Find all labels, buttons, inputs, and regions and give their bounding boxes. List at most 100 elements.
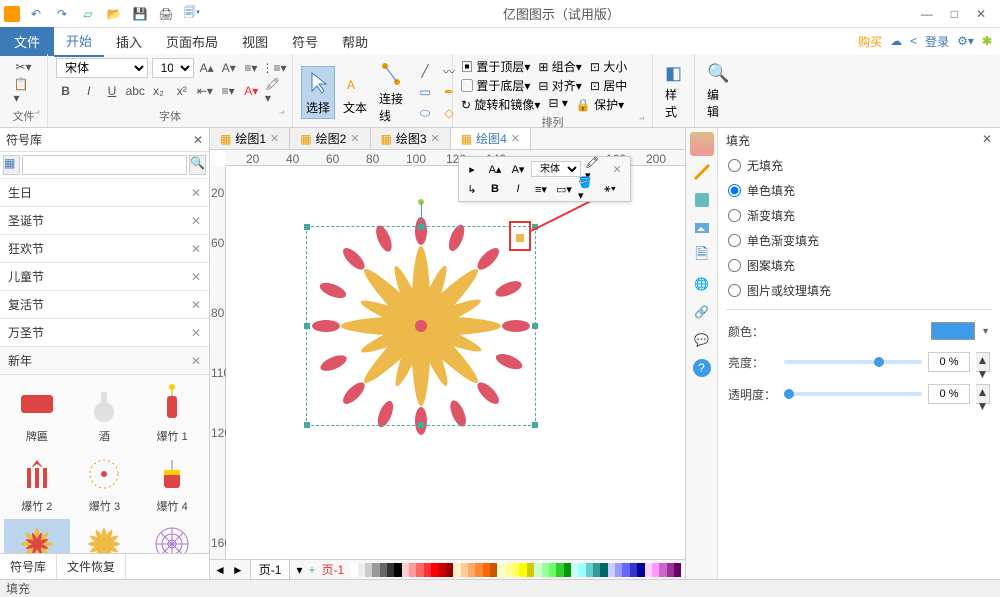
shape-firecracker2[interactable]: 爆竹 2: [4, 449, 70, 517]
opacity-input[interactable]: [928, 384, 970, 404]
color-swatch[interactable]: [931, 322, 975, 340]
rp-text-icon[interactable]: 🗎: [690, 244, 714, 268]
bullets-icon[interactable]: ⋮≡▾: [264, 59, 284, 77]
bring-front[interactable]: ▣ 置于顶层▾: [461, 58, 530, 75]
doc-tab-4[interactable]: ▦绘图4✕: [451, 128, 531, 149]
sup-button[interactable]: x²: [172, 82, 191, 100]
highlight-icon[interactable]: 🖍▾: [265, 82, 284, 100]
paste-icon[interactable]: 📋▾: [14, 82, 34, 100]
cloud-icon[interactable]: ☁: [890, 34, 902, 48]
sub-button[interactable]: x₂: [149, 82, 168, 100]
doc-tab-1[interactable]: ▦绘图1✕: [210, 128, 290, 149]
line-spacing-icon[interactable]: ≡▾: [242, 59, 260, 77]
cat-easter[interactable]: 复活节✕: [0, 291, 209, 319]
ellipse-tool[interactable]: ⬭: [415, 104, 435, 122]
ft-italic[interactable]: I: [508, 180, 528, 198]
connector-tool[interactable]: 连接线: [375, 58, 407, 126]
menu-help[interactable]: 帮助: [330, 27, 380, 56]
ft-fill[interactable]: 🪣▾: [577, 180, 597, 198]
opacity-spinner[interactable]: ▲▼: [976, 384, 990, 404]
rp-hyperlink-icon[interactable]: 🔗: [690, 300, 714, 324]
style-button[interactable]: ◧样式: [661, 61, 686, 122]
minimize-button[interactable]: —: [921, 7, 933, 21]
page-dropdown[interactable]: ▾: [296, 563, 302, 577]
ft-shrink[interactable]: A▾: [508, 160, 528, 178]
shape-firecracker1[interactable]: 爆竹 1: [139, 379, 205, 447]
tab-symbols[interactable]: 符号库: [0, 554, 57, 579]
search-icon[interactable]: 🔍: [189, 155, 206, 175]
open-icon[interactable]: 📂: [104, 5, 124, 23]
ft-connector[interactable]: ↳: [462, 180, 482, 198]
menu-file[interactable]: 文件: [0, 27, 54, 56]
brightness-slider[interactable]: [784, 360, 922, 364]
tab-recovery[interactable]: 文件恢复: [57, 554, 126, 579]
menu-view[interactable]: 视图: [230, 27, 280, 56]
page-tab-1[interactable]: 页-1: [250, 559, 291, 580]
close-button[interactable]: ✕: [976, 7, 986, 21]
ft-pointer[interactable]: ▸: [462, 160, 482, 178]
undo-icon[interactable]: ↶: [26, 5, 46, 23]
shrink-font-icon[interactable]: A▾: [220, 59, 238, 77]
rp-line-icon[interactable]: [690, 160, 714, 184]
shape-firework1[interactable]: 烟花 1: [4, 519, 70, 553]
send-back[interactable]: ▢ 置于底层▾: [461, 77, 530, 94]
font-size-combo[interactable]: 10: [152, 58, 194, 78]
radio-mono-gradient[interactable]: [728, 234, 741, 247]
login-link[interactable]: 登录: [925, 33, 949, 50]
print-icon[interactable]: 🖨: [156, 5, 176, 23]
group-button[interactable]: ⊞ 组合▾: [538, 58, 581, 75]
drawing-canvas[interactable]: ▸ A▴ A▾ 宋体 🖍▾ ✕ ↳ B I ≡▾ ▭▾ 🪣▾ ⚹: [226, 166, 685, 559]
cut-icon[interactable]: ✂▾: [14, 58, 34, 76]
rotate-button[interactable]: ↻ 旋转和镜像▾: [461, 96, 540, 113]
page-prev[interactable]: ◄: [214, 563, 226, 577]
cat-halloween[interactable]: 万圣节✕: [0, 319, 209, 347]
symbol-search-input[interactable]: [22, 155, 187, 175]
distribute-button[interactable]: ⊟ ▾: [548, 96, 567, 113]
shape-firework2[interactable]: 烟花 2: [72, 519, 138, 553]
page-tab-2[interactable]: 页-1: [322, 561, 345, 578]
menu-symbol[interactable]: 符号: [280, 27, 330, 56]
shape-firework3[interactable]: 烟花 3: [139, 519, 205, 553]
color-palette[interactable]: [350, 563, 681, 577]
select-tool[interactable]: 选择: [301, 66, 335, 119]
align-button[interactable]: ⊟ 对齐▾: [538, 77, 581, 94]
page-next[interactable]: ►: [232, 563, 244, 577]
center-button[interactable]: ⊡ 居中: [590, 77, 627, 94]
align-icon[interactable]: ≡▾: [218, 82, 237, 100]
radio-texture[interactable]: [728, 284, 741, 297]
indent-icon[interactable]: ⇤▾: [195, 82, 214, 100]
brightness-spinner[interactable]: ▲▼: [976, 352, 990, 372]
export-icon[interactable]: 🗐▾: [182, 5, 202, 23]
cat-newyear[interactable]: 新年✕: [0, 347, 209, 375]
maximize-button[interactable]: □: [951, 7, 958, 21]
ft-grow[interactable]: A▴: [485, 160, 505, 178]
grow-font-icon[interactable]: A▴: [198, 59, 216, 77]
ft-align[interactable]: ≡▾: [531, 180, 551, 198]
ft-more[interactable]: ⚹▾: [600, 180, 620, 198]
floating-toolbar[interactable]: ▸ A▴ A▾ 宋体 🖍▾ ✕ ↳ B I ≡▾ ▭▾ 🪣▾ ⚹: [458, 156, 631, 202]
brightness-input[interactable]: [928, 352, 970, 372]
rp-comment-icon[interactable]: 💬: [690, 328, 714, 352]
bold-button[interactable]: B: [56, 82, 75, 100]
strike-button[interactable]: abc: [126, 82, 145, 100]
add-page[interactable]: +: [308, 563, 315, 577]
cat-children[interactable]: 儿童节✕: [0, 263, 209, 291]
radio-solid[interactable]: [728, 184, 741, 197]
library-icon[interactable]: ▦: [3, 155, 20, 175]
share-icon[interactable]: <: [910, 34, 917, 48]
font-color-icon[interactable]: A▾: [242, 82, 261, 100]
radio-nofill[interactable]: [728, 159, 741, 172]
ft-bold[interactable]: B: [485, 180, 505, 198]
italic-button[interactable]: I: [79, 82, 98, 100]
rp-close[interactable]: ✕: [982, 132, 992, 149]
rp-layer-icon[interactable]: 🌐: [690, 272, 714, 296]
opacity-slider[interactable]: [784, 392, 922, 396]
text-tool[interactable]: A 文本: [339, 67, 371, 118]
shape-firecracker3[interactable]: 爆竹 3: [72, 449, 138, 517]
menu-insert[interactable]: 插入: [104, 27, 154, 56]
doc-tab-3[interactable]: ▦绘图3✕: [371, 128, 451, 149]
size-button[interactable]: ⊡ 大小: [590, 58, 627, 75]
new-icon[interactable]: ▱: [78, 5, 98, 23]
ft-close[interactable]: ✕: [607, 160, 627, 178]
settings-icon[interactable]: ⚙▾: [957, 34, 974, 48]
